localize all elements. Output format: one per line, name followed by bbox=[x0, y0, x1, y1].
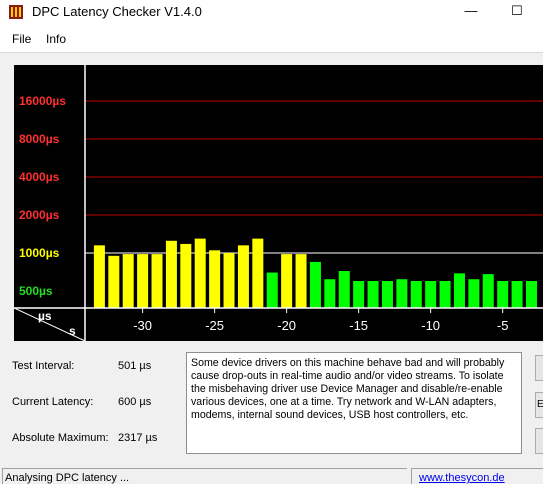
description-box: Some device drivers on this machine beha… bbox=[186, 352, 522, 454]
latency-bar bbox=[353, 281, 365, 308]
latency-bar bbox=[223, 253, 235, 308]
latency-bar bbox=[381, 281, 393, 308]
latency-bar bbox=[309, 261, 321, 308]
latency-bar bbox=[425, 281, 437, 308]
test-interval-label: Test Interval: bbox=[12, 360, 75, 372]
current-latency-label: Current Latency: bbox=[12, 396, 94, 408]
y-tick-label: 16000µs bbox=[19, 94, 66, 108]
latency-bar bbox=[295, 254, 307, 308]
absolute-maximum-label: Absolute Maximum: bbox=[12, 432, 109, 444]
x-tick-label: -5 bbox=[497, 318, 509, 333]
side-button-3[interactable] bbox=[535, 428, 543, 454]
y-tick-label: 1000µs bbox=[19, 246, 60, 260]
menu-file[interactable]: File bbox=[12, 32, 31, 46]
latency-bar bbox=[266, 272, 278, 308]
minimize-button[interactable]: — bbox=[448, 0, 494, 24]
latency-bar bbox=[137, 254, 149, 308]
latency-bar bbox=[194, 238, 206, 308]
website-link[interactable]: www.thesycon.de bbox=[419, 472, 505, 484]
latency-bar bbox=[396, 279, 408, 308]
latency-bar bbox=[180, 243, 192, 308]
test-interval-value: 501 µs bbox=[118, 360, 152, 372]
menu-divider bbox=[0, 52, 543, 53]
app-icon bbox=[9, 5, 23, 19]
menu-bar: File Info bbox=[0, 24, 543, 52]
y-tick-label: 4000µs bbox=[19, 170, 60, 184]
latency-bar bbox=[410, 281, 422, 308]
latency-bar bbox=[525, 281, 537, 308]
latency-bar bbox=[367, 281, 379, 308]
y-unit-label: µs bbox=[38, 309, 52, 323]
latency-bar bbox=[497, 281, 509, 308]
x-tick-label: -25 bbox=[205, 318, 224, 333]
latency-bar bbox=[151, 254, 163, 308]
latency-bar bbox=[165, 240, 177, 308]
latency-bar bbox=[453, 273, 465, 308]
latency-bar bbox=[122, 254, 134, 308]
latency-bar bbox=[237, 245, 249, 308]
latency-bar bbox=[482, 274, 494, 308]
latency-bar bbox=[338, 271, 350, 308]
latency-bar bbox=[281, 254, 293, 308]
x-tick-label: -10 bbox=[421, 318, 440, 333]
latency-bar bbox=[439, 281, 451, 308]
latency-bar bbox=[511, 281, 523, 308]
latency-bar bbox=[93, 245, 105, 308]
side-button-1[interactable] bbox=[535, 355, 543, 381]
side-button-2[interactable]: E bbox=[535, 392, 543, 418]
y-tick-label: 8000µs bbox=[19, 132, 60, 146]
latency-bar bbox=[252, 238, 264, 308]
x-unit-label: s bbox=[69, 324, 76, 338]
current-latency-value: 600 µs bbox=[118, 396, 152, 408]
window-title: DPC Latency Checker V1.4.0 bbox=[32, 4, 202, 19]
status-text: Analysing DPC latency ... bbox=[5, 472, 130, 484]
x-tick-label: -30 bbox=[133, 318, 152, 333]
latency-bar bbox=[324, 279, 336, 308]
title-bar: DPC Latency Checker V1.4.0 — ☐ bbox=[0, 0, 543, 24]
latency-chart: µs s 16000µs 8000µs 4000µs 2000µs 1000µs 500µ… bbox=[14, 65, 543, 341]
maximize-button[interactable]: ☐ bbox=[494, 0, 540, 24]
menu-info[interactable]: Info bbox=[46, 32, 66, 46]
y-tick-label: 500µs bbox=[19, 284, 53, 298]
latency-bar bbox=[468, 279, 480, 308]
latency-bar bbox=[209, 250, 221, 308]
absolute-maximum-value: 2317 µs bbox=[118, 432, 158, 444]
x-tick-label: -20 bbox=[277, 318, 296, 333]
y-tick-label: 2000µs bbox=[19, 208, 60, 222]
latency-bar bbox=[108, 255, 120, 308]
x-tick-label: -15 bbox=[349, 318, 368, 333]
